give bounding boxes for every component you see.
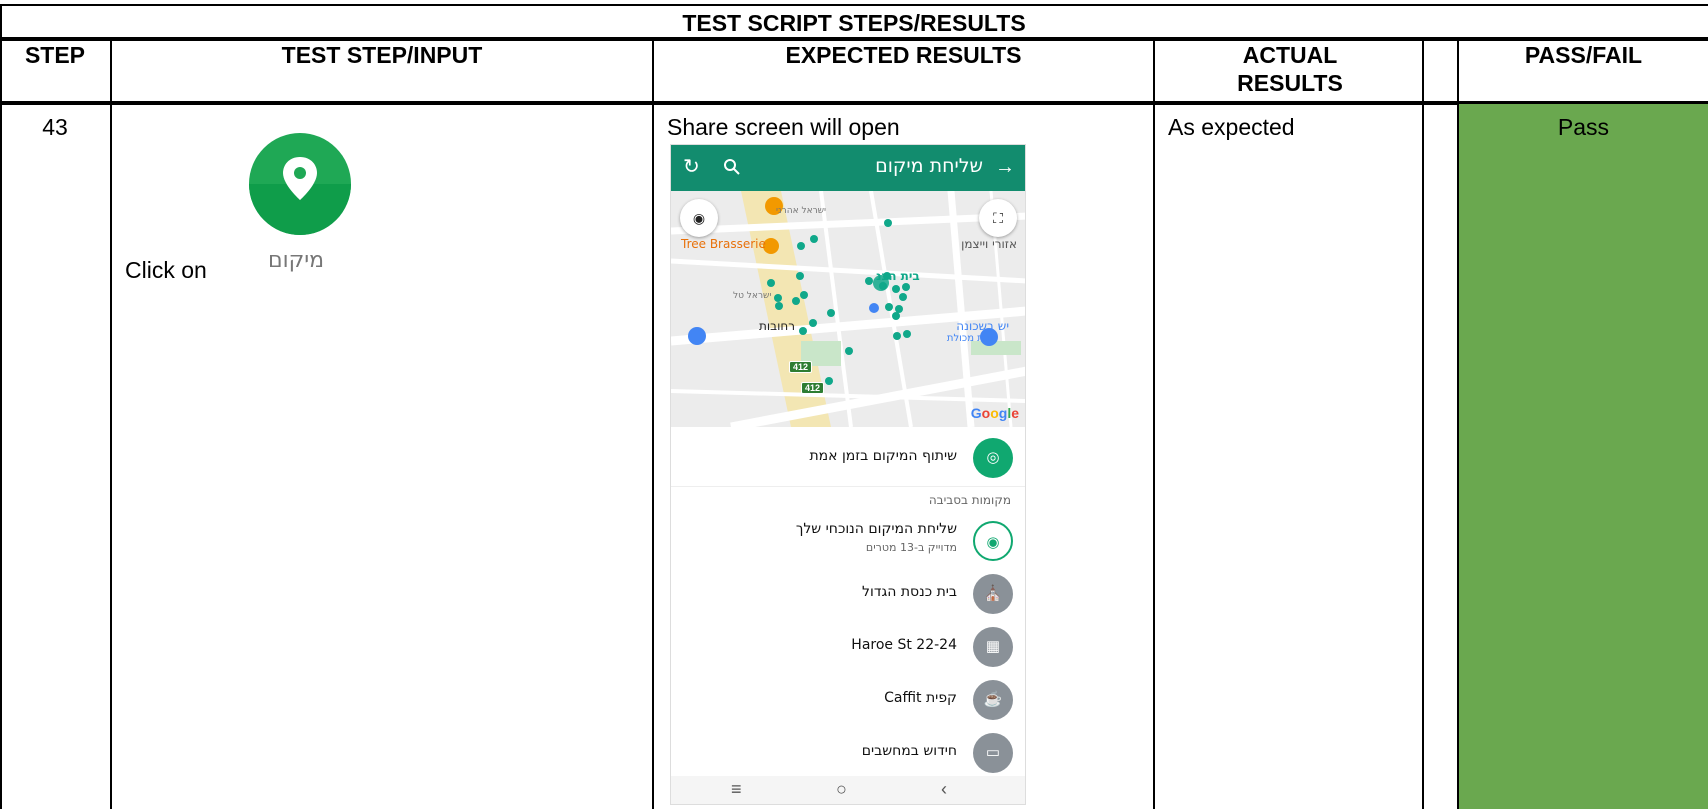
road-number-badge: 412 bbox=[789, 361, 813, 373]
map-label-shop: יש בשכונה bbox=[956, 319, 1009, 333]
actual-result-text: As expected bbox=[1168, 114, 1295, 140]
map-label-weizman: אזורי וייצמן bbox=[961, 237, 1017, 251]
place-name: בית כנסת הגדול bbox=[862, 584, 957, 600]
share-location-screenshot: ↻ שליחת מיקום → ◉ ⛶ Tree Brasserie אזורי… bbox=[670, 144, 1026, 805]
col-divider-actual bbox=[1422, 38, 1424, 809]
live-location-label: שיתוף המיקום בזמן אמת bbox=[809, 448, 957, 464]
location-icon-label: מיקום bbox=[268, 248, 325, 273]
map-label-synagogue: בית הכנ bbox=[876, 269, 920, 283]
fullscreen-icon[interactable]: ⛶ bbox=[979, 199, 1017, 237]
pass-fail-cell bbox=[1459, 104, 1708, 809]
place-row[interactable]: ⛪ בית כנסת הגדול bbox=[671, 566, 1025, 622]
home-icon[interactable]: ○ bbox=[836, 779, 847, 800]
refresh-icon[interactable]: ↻ bbox=[683, 156, 700, 178]
computer-icon: ▭ bbox=[973, 733, 1013, 773]
header-pass-fail: PASS/FAIL bbox=[1524, 42, 1643, 68]
result-pass: Pass bbox=[1557, 114, 1610, 140]
map-label-restaurant: Tree Brasserie bbox=[681, 237, 766, 251]
current-location-icon: ◉ bbox=[973, 521, 1013, 561]
expected-result-text: Share screen will open bbox=[667, 114, 900, 140]
place-name: קפית Caffit bbox=[884, 690, 957, 706]
coffee-icon: ☕ bbox=[973, 680, 1013, 720]
back-arrow-icon[interactable]: → bbox=[995, 156, 1015, 178]
map-label-street1: ישראל אהרני bbox=[776, 206, 827, 216]
map-label-shop-sub: חנות מכולת bbox=[946, 333, 997, 344]
step-instruction: Click on bbox=[125, 257, 207, 283]
location-icon bbox=[249, 133, 351, 235]
step-number: 43 bbox=[42, 114, 68, 140]
place-name: חידוש במחשבים bbox=[861, 743, 957, 759]
header-test-step-input: TEST STEP/INPUT bbox=[281, 42, 483, 68]
col-divider-step bbox=[110, 38, 112, 809]
google-logo: Google bbox=[970, 405, 1019, 421]
current-location-row[interactable]: ◉ שליחת המיקום הנוכחי שלך מדוייק ב-13 מט… bbox=[671, 513, 1025, 569]
nearby-places-heading: מקומות בסביבה bbox=[928, 493, 1011, 507]
col-divider-expected bbox=[1153, 38, 1155, 809]
place-row[interactable]: ☕ קפית Caffit bbox=[671, 672, 1025, 728]
search-icon[interactable] bbox=[723, 156, 741, 181]
current-location-title: שליחת המיקום הנוכחי שלך bbox=[795, 521, 957, 537]
col-divider-input bbox=[652, 38, 654, 809]
header-actual-results: ACTUAL RESULTS bbox=[1237, 42, 1343, 96]
current-location-accuracy: מדוייק ב-13 מטרים bbox=[865, 541, 957, 554]
toolbar-title: שליחת מיקום bbox=[875, 155, 983, 177]
map-roads bbox=[671, 191, 1025, 427]
map-pin-icon bbox=[283, 157, 317, 200]
road-number-badge-2: 412 bbox=[801, 382, 825, 394]
place-name: Haroe St 22-24 bbox=[851, 637, 957, 653]
live-location-row[interactable]: ◎ שיתוף המיקום בזמן אמת bbox=[671, 430, 1025, 487]
map-label-street2: ישראל טל bbox=[733, 291, 772, 301]
place-row[interactable]: ▭ חידוש במחשבים bbox=[671, 725, 1025, 781]
table-top-border bbox=[0, 4, 1708, 6]
app-toolbar: ↻ שליחת מיקום → bbox=[671, 145, 1025, 191]
recent-apps-icon[interactable]: ≡ bbox=[731, 779, 742, 800]
header-divider bbox=[0, 101, 1708, 105]
table-banner: TEST SCRIPT STEPS/RESULTS bbox=[682, 10, 1026, 36]
back-icon[interactable]: ‹ bbox=[941, 779, 947, 800]
location-map[interactable]: ◉ ⛶ Tree Brasserie אזורי וייצמן בית הכנ … bbox=[671, 191, 1025, 427]
live-location-icon: ◎ bbox=[973, 438, 1013, 478]
building-icon: ▦ bbox=[973, 627, 1013, 667]
synagogue-icon: ⛪ bbox=[973, 574, 1013, 614]
header-expected-results: EXPECTED RESULTS bbox=[785, 42, 1022, 68]
place-row[interactable]: ▦ Haroe St 22-24 bbox=[671, 619, 1025, 675]
android-nav-bar: ≡ ○ ‹ bbox=[671, 776, 1025, 804]
map-label-rehovot: רחובות bbox=[759, 319, 795, 333]
header-step: STEP bbox=[24, 42, 86, 68]
my-location-icon[interactable]: ◉ bbox=[680, 199, 718, 237]
